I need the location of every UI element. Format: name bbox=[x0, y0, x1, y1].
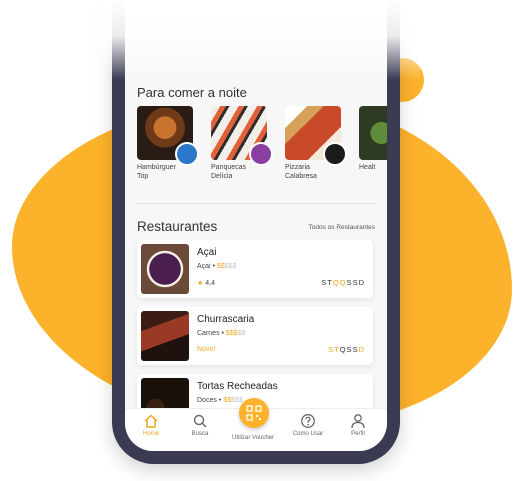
day-letter: D bbox=[358, 345, 365, 354]
home-icon bbox=[144, 414, 158, 428]
restaurant-name: Açai bbox=[197, 247, 217, 258]
see-all-restaurants-link[interactable]: Todos os Restaurantes bbox=[309, 224, 375, 231]
restaurant-info: Carnes • $$$$$ bbox=[197, 330, 246, 337]
category-label: Pizzaria Calabresa bbox=[285, 164, 317, 180]
opening-days: STQSSD bbox=[328, 345, 365, 354]
nav-profile[interactable]: Perfil bbox=[332, 413, 384, 437]
category-item-pizza[interactable]: Pizzaria Calabresa bbox=[285, 106, 347, 181]
section-title-restaurants: Restaurantes bbox=[137, 219, 218, 234]
section-title-night: Para comer a noite bbox=[137, 85, 247, 100]
pancake-badge-icon bbox=[249, 142, 273, 166]
restaurant-info: Açai • $$$$$ bbox=[197, 263, 237, 270]
day-letter: Q bbox=[339, 345, 347, 354]
acai-image bbox=[141, 244, 189, 294]
qr-code-icon bbox=[246, 405, 262, 421]
restaurant-card-acai[interactable]: Açai Açai • $$$$$ ★ 4,4 STQQSSD bbox=[137, 240, 373, 298]
category-label: Panquecas Delícia bbox=[211, 164, 247, 180]
day-letter: Q bbox=[339, 278, 347, 287]
churrascaria-image bbox=[141, 311, 189, 361]
opening-days: STQQSSD bbox=[321, 278, 365, 287]
pizza-image bbox=[285, 106, 347, 166]
restaurant-name: Churrascaria bbox=[197, 314, 255, 325]
search-icon bbox=[193, 414, 207, 428]
divider bbox=[137, 203, 375, 204]
top-fade-overlay bbox=[100, 0, 420, 80]
nav-how-to[interactable]: Como Usar bbox=[282, 413, 334, 437]
nav-search[interactable]: Busca bbox=[174, 413, 226, 437]
star-icon: ★ bbox=[197, 280, 204, 287]
category-label: Hambúrguer Top bbox=[137, 164, 176, 180]
category-item-pancake[interactable]: Panquecas Delícia bbox=[211, 106, 273, 181]
new-badge: Novo! bbox=[197, 346, 216, 353]
pizza-badge-icon bbox=[323, 142, 347, 166]
question-icon bbox=[301, 414, 315, 428]
category-item-burger[interactable]: Hambúrguer Top bbox=[137, 106, 199, 181]
restaurant-rating: ★ 4,4 bbox=[197, 280, 215, 287]
day-letter: Q bbox=[332, 278, 340, 287]
user-icon bbox=[351, 414, 365, 429]
restaurant-name: Tortas Recheadas bbox=[197, 381, 278, 392]
nav-home[interactable]: Home bbox=[125, 413, 177, 437]
category-item-health[interactable]: Healt bbox=[359, 106, 387, 173]
category-label: Healt bbox=[359, 164, 376, 171]
health-image bbox=[359, 106, 387, 160]
voucher-fab-button[interactable] bbox=[239, 398, 269, 428]
burger-badge-icon bbox=[175, 142, 199, 166]
category-carousel[interactable]: Hambúrguer Top Panquecas Delícia Pizzaria C… bbox=[137, 106, 387, 186]
restaurant-card-churrascaria[interactable]: Churrascaria Carnes • $$$$$ Novo! STQSSD bbox=[137, 307, 373, 365]
nav-voucher[interactable]: Utilizar Voucher bbox=[227, 433, 279, 441]
day-letter: D bbox=[358, 278, 365, 287]
burger-image bbox=[137, 106, 199, 166]
sushi-image bbox=[211, 106, 273, 166]
restaurant-info: Doces • $$$$$ bbox=[197, 397, 243, 404]
